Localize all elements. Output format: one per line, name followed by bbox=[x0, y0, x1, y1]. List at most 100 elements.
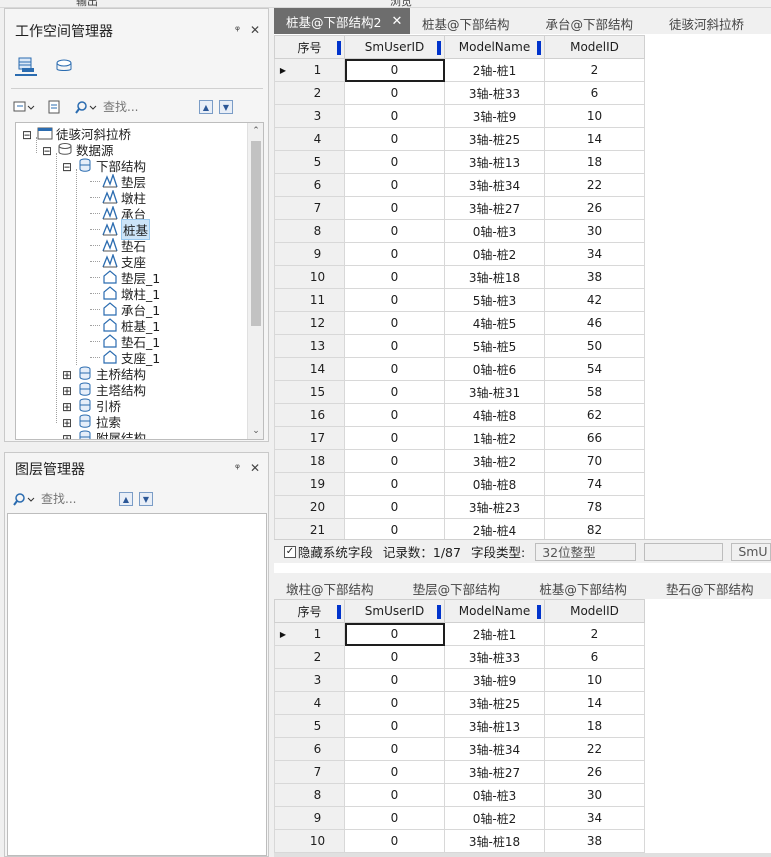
table-cell[interactable]: 26 bbox=[544, 196, 645, 220]
top-attribute-table[interactable]: 序号 SmUserID ModelName ModelID ▶ 1 0 2轴-桩1 2 2 0 3轴-… bbox=[274, 35, 771, 542]
table-cell[interactable]: 2 bbox=[544, 622, 645, 646]
table-cell[interactable]: 0 bbox=[344, 691, 445, 715]
table-cell[interactable]: 3轴-桩13 bbox=[444, 150, 545, 174]
row-header[interactable]: 4 bbox=[274, 127, 345, 151]
table-cell[interactable]: 0 bbox=[344, 449, 445, 473]
row-header[interactable]: ▶ 1 bbox=[274, 58, 345, 82]
chevron-down-icon[interactable]: ⌄ bbox=[248, 423, 263, 439]
workspace-tree[interactable]: ⊟ 徒骇河斜拉桥 ⊟ 数据源 ⊟ 下部结构 垫层 墩柱 承台 桩基 垫石 支座 垫层_1 墩柱_1 承台_1… bbox=[15, 122, 264, 440]
table-cell[interactable]: 50 bbox=[544, 334, 645, 358]
row-header[interactable]: 3 bbox=[274, 668, 345, 692]
row-header[interactable]: 9 bbox=[274, 242, 345, 266]
table-cell[interactable]: 0 bbox=[344, 81, 445, 105]
row-header[interactable]: 13 bbox=[274, 334, 345, 358]
bottom-attribute-table[interactable]: 序号 SmUserID ModelName ModelID ▶ 1 0 2轴-桩1 2 2 0 3轴-… bbox=[274, 599, 771, 853]
table-tab[interactable]: 徒骇河斜拉桥 bbox=[657, 12, 771, 34]
expand-icon[interactable]: ⊞ bbox=[61, 401, 73, 413]
column-header[interactable]: ModelName bbox=[444, 599, 545, 623]
table-cell[interactable]: 34 bbox=[544, 242, 645, 266]
table-cell[interactable]: 6 bbox=[544, 81, 645, 105]
expand-icon[interactable]: ⊞ bbox=[61, 385, 73, 397]
table-cell[interactable]: 42 bbox=[544, 288, 645, 312]
table-cell[interactable]: 22 bbox=[544, 173, 645, 197]
table-cell[interactable]: 0 bbox=[344, 150, 445, 174]
table-cell[interactable]: 2轴-桩1 bbox=[444, 622, 545, 646]
table-cell[interactable]: 0 bbox=[344, 668, 445, 692]
table-cell[interactable]: 0 bbox=[344, 127, 445, 151]
table-cell[interactable]: 0 bbox=[344, 495, 445, 519]
table-row[interactable]: 9 0 0轴-桩2 34 bbox=[274, 242, 771, 266]
table-row[interactable]: 18 0 3轴-桩2 70 bbox=[274, 449, 771, 473]
scroll-thumb[interactable] bbox=[251, 141, 261, 326]
table-row[interactable]: 5 0 3轴-桩13 18 bbox=[274, 150, 771, 174]
new-datasource-icon[interactable] bbox=[47, 100, 63, 114]
table-tab[interactable]: 墩柱@下部结构 bbox=[274, 577, 401, 599]
table-cell[interactable]: 2轴-桩1 bbox=[444, 58, 545, 82]
table-row[interactable]: 10 0 3轴-桩18 38 bbox=[274, 829, 771, 853]
table-cell[interactable]: 0 bbox=[344, 357, 445, 381]
table-row[interactable]: 5 0 3轴-桩13 18 bbox=[274, 714, 771, 738]
table-cell[interactable]: 3轴-桩18 bbox=[444, 829, 545, 853]
row-header[interactable]: 3 bbox=[274, 104, 345, 128]
table-cell[interactable]: 78 bbox=[544, 495, 645, 519]
workspace-search-input[interactable] bbox=[103, 100, 193, 114]
table-cell[interactable]: 0 bbox=[344, 714, 445, 738]
table-cell[interactable]: 3轴-桩18 bbox=[444, 265, 545, 289]
table-row[interactable]: 20 0 3轴-桩23 78 bbox=[274, 495, 771, 519]
table-row[interactable]: 6 0 3轴-桩34 22 bbox=[274, 173, 771, 197]
expand-icon[interactable]: ⊞ bbox=[61, 369, 73, 381]
column-header[interactable]: SmUserID bbox=[344, 599, 445, 623]
find-next-button[interactable]: ▼ bbox=[139, 492, 153, 506]
table-cell[interactable]: 62 bbox=[544, 403, 645, 427]
column-header[interactable]: ModelName bbox=[444, 35, 545, 59]
table-row[interactable]: 3 0 3轴-桩9 10 bbox=[274, 668, 771, 692]
table-cell[interactable]: 0 bbox=[344, 760, 445, 784]
table-row[interactable]: 19 0 0轴-桩8 74 bbox=[274, 472, 771, 496]
table-cell[interactable]: 3轴-桩9 bbox=[444, 104, 545, 128]
table-cell[interactable]: 70 bbox=[544, 449, 645, 473]
row-header[interactable]: 11 bbox=[274, 288, 345, 312]
table-cell[interactable]: 5轴-桩5 bbox=[444, 334, 545, 358]
table-row[interactable]: 4 0 3轴-桩25 14 bbox=[274, 127, 771, 151]
collapse-icon[interactable]: ⊟ bbox=[41, 145, 53, 157]
table-cell[interactable]: 30 bbox=[544, 219, 645, 243]
row-header[interactable]: 5 bbox=[274, 714, 345, 738]
row-header[interactable]: 7 bbox=[274, 760, 345, 784]
chevron-up-icon[interactable]: ⌃ bbox=[248, 123, 263, 139]
table-cell[interactable]: 38 bbox=[544, 829, 645, 853]
table-row[interactable]: 15 0 3轴-桩31 58 bbox=[274, 380, 771, 404]
table-row[interactable]: 2 0 3轴-桩33 6 bbox=[274, 645, 771, 669]
table-cell[interactable]: 0 bbox=[344, 806, 445, 830]
table-cell[interactable]: 0 bbox=[344, 829, 445, 853]
hide-system-fields-checkbox[interactable]: ✓ bbox=[284, 545, 296, 558]
table-cell[interactable]: 0 bbox=[344, 242, 445, 266]
row-header[interactable]: 2 bbox=[274, 645, 345, 669]
find-previous-button[interactable]: ▲ bbox=[119, 492, 133, 506]
table-cell[interactable]: 0 bbox=[344, 334, 445, 358]
close-icon[interactable]: ✕ bbox=[250, 23, 260, 37]
row-header[interactable]: 17 bbox=[274, 426, 345, 450]
table-cell[interactable]: 3轴-桩34 bbox=[444, 737, 545, 761]
table-row[interactable]: 10 0 3轴-桩18 38 bbox=[274, 265, 771, 289]
table-cell[interactable]: 2 bbox=[544, 58, 645, 82]
table-cell[interactable]: 14 bbox=[544, 127, 645, 151]
table-cell[interactable]: 0 bbox=[344, 173, 445, 197]
table-cell[interactable]: 6 bbox=[544, 645, 645, 669]
row-header[interactable]: 4 bbox=[274, 691, 345, 715]
resources-tab-icon[interactable] bbox=[53, 56, 75, 76]
browse-tab-label[interactable]: 浏览 bbox=[390, 0, 412, 7]
row-header[interactable]: 10 bbox=[274, 829, 345, 853]
column-header[interactable]: 序号 bbox=[274, 35, 345, 59]
table-cell[interactable]: 3轴-桩9 bbox=[444, 668, 545, 692]
collapse-icon[interactable]: ⊟ bbox=[21, 129, 33, 141]
table-cell[interactable]: 0轴-桩6 bbox=[444, 357, 545, 381]
table-cell[interactable]: 0 bbox=[344, 265, 445, 289]
row-header[interactable]: 6 bbox=[274, 737, 345, 761]
table-cell[interactable]: 3轴-桩25 bbox=[444, 127, 545, 151]
table-row[interactable]: 6 0 3轴-桩34 22 bbox=[274, 737, 771, 761]
table-cell[interactable]: 3轴-桩27 bbox=[444, 760, 545, 784]
table-row[interactable]: 13 0 5轴-桩5 50 bbox=[274, 334, 771, 358]
table-cell[interactable]: 18 bbox=[544, 714, 645, 738]
row-header[interactable]: 10 bbox=[274, 265, 345, 289]
find-previous-button[interactable]: ▲ bbox=[199, 100, 213, 114]
